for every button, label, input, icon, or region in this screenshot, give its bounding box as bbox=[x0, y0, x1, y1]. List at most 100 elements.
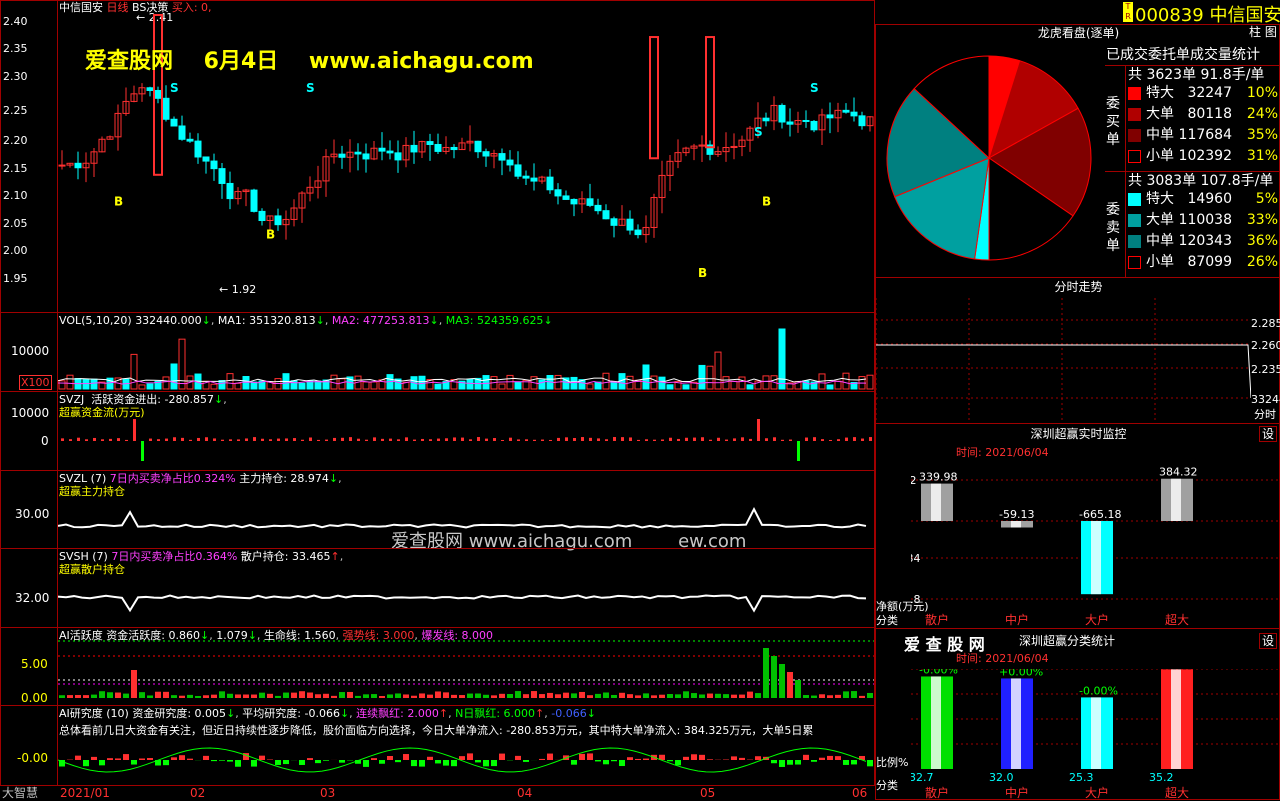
ai-bar bbox=[675, 694, 681, 698]
svsh-chart[interactable] bbox=[58, 549, 874, 627]
monitor-settings-button[interactable]: 设 bbox=[1259, 426, 1277, 442]
ai-tick: 0.00 bbox=[21, 691, 48, 705]
candle-body bbox=[635, 230, 641, 235]
order-row: 小单8709926% bbox=[1128, 252, 1278, 273]
flow-bar bbox=[277, 439, 280, 441]
flow-bar bbox=[133, 419, 136, 441]
research-bar bbox=[107, 758, 113, 760]
ai-bar bbox=[59, 695, 65, 698]
longhu-panel[interactable]: 龙虎看盘(逐单) 已成交委托单成交量统计 委买单 委卖单 共 3623单 91.… bbox=[875, 24, 1280, 278]
kline-panel[interactable]: 2.40 2.35 2.30 2.25 2.20 2.15 2.10 2.05 … bbox=[0, 0, 875, 313]
candle-body bbox=[547, 177, 553, 190]
volume-bar bbox=[243, 377, 249, 389]
research-bar bbox=[691, 754, 697, 760]
ai-bar bbox=[587, 695, 593, 698]
flow-bar bbox=[533, 440, 536, 441]
tab-tu[interactable]: 图 bbox=[1265, 25, 1277, 39]
candle-body bbox=[811, 121, 817, 129]
svzj-chart[interactable] bbox=[58, 392, 874, 470]
sell-table: 共 3083单 107.8手/单特大149605%大单11003833%中单12… bbox=[1128, 173, 1278, 273]
monitor-bar-chart[interactable]: 384.3234.48-315.34-665.18339.98散户-59.13中… bbox=[911, 460, 1279, 628]
order-pct: 24% bbox=[1247, 104, 1278, 125]
svzl-panel[interactable]: SVZL (7) 7日内买卖净占比0.324% 主力持仓: 28.974↓, 超… bbox=[0, 470, 875, 549]
candle-body bbox=[379, 148, 385, 151]
volume-bar bbox=[779, 329, 785, 389]
candle-body bbox=[171, 119, 177, 126]
flow-bar bbox=[621, 437, 624, 441]
ai-bar bbox=[747, 692, 753, 698]
ai-bar bbox=[619, 693, 625, 698]
ai-bar bbox=[99, 691, 105, 698]
research-bar bbox=[795, 760, 801, 765]
flow-bar bbox=[805, 438, 808, 441]
sell-signal: S bbox=[810, 81, 819, 95]
classify-settings-button[interactable]: 设 bbox=[1259, 633, 1277, 649]
flow-bar bbox=[677, 439, 680, 441]
classify-panel[interactable]: 爱 查 股 网 深圳超赢分类统计 设 时间: 2021/06/04 比例% 分类… bbox=[875, 628, 1280, 800]
volume-bar bbox=[707, 366, 713, 389]
order-row: 中单11768435% bbox=[1128, 125, 1278, 146]
volume-chart[interactable] bbox=[58, 327, 874, 391]
ai-bar bbox=[171, 695, 177, 698]
research-chart[interactable] bbox=[58, 738, 874, 784]
svzj-tick: 0 bbox=[41, 434, 49, 448]
flow-bar bbox=[869, 437, 872, 441]
volume-bar bbox=[307, 381, 313, 389]
intraday-panel[interactable]: 分时走势 2.285 2.260 2.235 33244 分时 bbox=[875, 277, 1280, 424]
research-bar bbox=[131, 760, 137, 765]
volume-bar bbox=[67, 375, 73, 389]
ai-bar bbox=[435, 691, 441, 698]
candle-body bbox=[355, 152, 361, 154]
intraday-chart[interactable] bbox=[876, 298, 1251, 423]
candle-body bbox=[611, 219, 617, 226]
bar-value: -665.18 bbox=[1079, 508, 1121, 521]
flow-bar bbox=[821, 439, 824, 441]
quote-header: TR 000839 中信国安 bbox=[875, 0, 1280, 25]
volume-bar bbox=[827, 385, 833, 389]
bar-shine bbox=[1171, 669, 1181, 769]
ai-bar bbox=[683, 691, 689, 698]
svzj-panel[interactable]: SVZJ 活跃资金进出: -280.857↓, 超赢资金流(万元) 10000 … bbox=[0, 391, 875, 471]
date-label: 04 bbox=[517, 786, 532, 800]
candle-body bbox=[787, 122, 793, 124]
y-tick: -315.34 bbox=[911, 552, 920, 565]
volume-header: VOL(5,10,20) 332440.000↓, MA1: 351320.81… bbox=[59, 314, 553, 327]
candle-body bbox=[59, 165, 65, 166]
monitor-panel[interactable]: 深圳超赢实时监控 设 时间: 2021/06/04 净额(万元) 分类 384.… bbox=[875, 423, 1280, 629]
bar-bottom-value: 32.0 bbox=[989, 771, 1014, 784]
research-bar bbox=[755, 756, 761, 760]
order-pie-chart[interactable] bbox=[884, 53, 1094, 263]
flow-bar bbox=[653, 440, 656, 441]
ai-bar bbox=[91, 695, 97, 698]
price-tick: 2.10 bbox=[3, 189, 28, 202]
volume-bar bbox=[315, 381, 321, 389]
research-bar bbox=[403, 754, 409, 760]
research-bar bbox=[667, 760, 673, 761]
flow-bar bbox=[437, 439, 440, 441]
volume-bar bbox=[291, 381, 297, 389]
classify-bar-chart[interactable]: 35.2523.511.750-0.00%散户+0.00%中户-0.00%大户-… bbox=[911, 669, 1279, 799]
ai-bar bbox=[155, 692, 161, 698]
ai-bar bbox=[123, 694, 129, 698]
svsh-panel[interactable]: SVSH (7) 7日内买卖净占比0.364% 散户持仓: 33.465↑, 超… bbox=[0, 548, 875, 628]
volume-bar bbox=[731, 381, 737, 389]
color-swatch bbox=[1128, 235, 1141, 248]
classify-time: 时间: 2021/06/04 bbox=[956, 652, 1049, 665]
volume-panel[interactable]: VOL(5,10,20) 332440.000↓, MA1: 351320.81… bbox=[0, 312, 875, 392]
ai-bar bbox=[219, 691, 225, 698]
ai-activity-panel[interactable]: AI活跃度 资金活跃度: 0.860↓, 1.079↓, 生命线: 1.560,… bbox=[0, 627, 875, 706]
research-bar bbox=[499, 754, 505, 760]
research-panel[interactable]: AI研究度 (10) 资金研究度: 0.005↓, 平均研究度: -0.066↓… bbox=[0, 705, 875, 786]
flow-bar bbox=[229, 439, 232, 441]
order-pct: 33% bbox=[1247, 210, 1278, 231]
tab-zhu[interactable]: 柱 bbox=[1249, 25, 1261, 39]
ai-bar bbox=[395, 693, 401, 698]
flow-bar bbox=[853, 437, 856, 441]
candle-body bbox=[571, 199, 577, 203]
research-bar bbox=[427, 757, 433, 760]
ai-activity-chart[interactable] bbox=[58, 628, 874, 705]
flow-bar bbox=[517, 439, 520, 441]
volume-bar bbox=[539, 380, 545, 389]
order-pct: 5% bbox=[1256, 189, 1278, 210]
bar-shine bbox=[1171, 479, 1181, 521]
